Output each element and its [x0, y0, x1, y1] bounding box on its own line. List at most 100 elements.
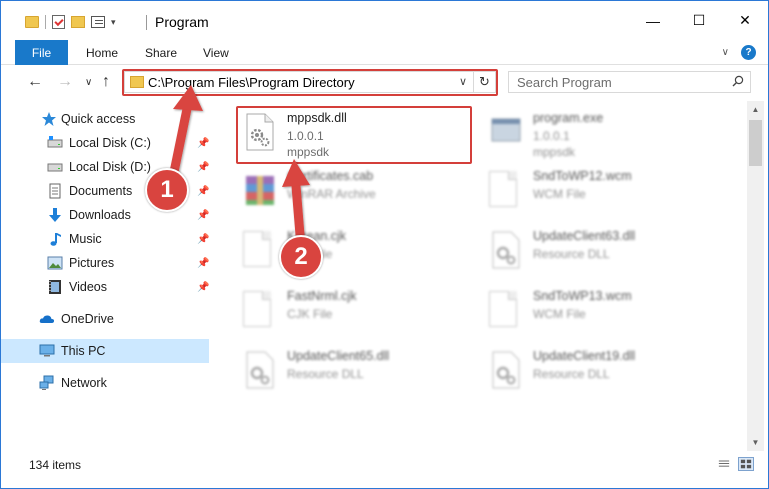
sidebar-item-pictures[interactable]: Pictures 📌 — [1, 251, 209, 275]
chevron-down-icon[interactable]: ▾ — [111, 17, 116, 28]
file-name: FastNrml.cjk — [287, 289, 357, 303]
back-button[interactable]: ← — [27, 73, 43, 91]
file-item-sndtowp13-wcm[interactable]: SndToWP13.wcm WCM File — [483, 285, 723, 341]
window-title: Program — [155, 14, 209, 30]
step-1-badge: 1 — [145, 168, 189, 212]
file-name: UpdateClient65.dll — [287, 349, 390, 363]
navigation-bar: ← → ∨ ↑ C:\Program Files\Program Directo… — [1, 65, 768, 99]
file-description: mppsdk — [533, 145, 576, 159]
vertical-scrollbar[interactable]: ▲ ▼ — [747, 101, 764, 451]
file-item-updateclient63-dll[interactable]: UpdateClient63.dll Resource DLL — [483, 225, 723, 281]
minimize-button[interactable]: — — [630, 1, 676, 40]
sidebar-item-label: Local Disk (D:) — [69, 160, 151, 174]
address-highlight-box — [122, 69, 498, 96]
documents-icon — [49, 183, 61, 199]
file-name: UpdateClient19.dll — [533, 349, 636, 363]
forward-button[interactable]: → — [57, 73, 73, 91]
dll-gear-icon — [492, 351, 520, 389]
download-icon — [49, 208, 61, 222]
pin-icon[interactable]: 📌 — [197, 210, 209, 221]
item-count: 134 items — [29, 458, 82, 472]
pin-icon[interactable]: 📌 — [197, 258, 209, 269]
blank-file-icon — [489, 291, 517, 327]
recent-locations-icon[interactable]: ∨ — [85, 77, 92, 88]
search-icon[interactable] — [732, 75, 744, 87]
pin-icon[interactable]: 📌 — [197, 138, 209, 149]
tab-home[interactable]: Home — [86, 46, 118, 60]
sidebar-item-network[interactable]: Network — [1, 371, 209, 395]
up-button[interactable]: ↑ — [102, 73, 110, 91]
scroll-down-icon[interactable]: ▼ — [747, 434, 764, 451]
sidebar-item-onedrive[interactable]: OneDrive — [1, 307, 209, 331]
file-item-fastnrml-cjk[interactable]: FastNrml.cjk CJK File — [237, 285, 477, 341]
sidebar-item-label: Music — [69, 232, 102, 246]
sidebar-item-videos[interactable]: Videos 📌 — [1, 275, 209, 299]
sidebar-item-label: OneDrive — [61, 312, 114, 326]
sidebar-item-music[interactable]: Music 📌 — [1, 227, 209, 251]
winrar-icon — [246, 176, 274, 205]
sidebar-item-label: Pictures — [69, 256, 115, 270]
file-tab[interactable]: File — [15, 40, 68, 65]
sidebar-item-this-pc[interactable]: This PC — [1, 339, 209, 363]
pin-icon[interactable]: 📌 — [197, 186, 209, 197]
computer-icon — [39, 344, 55, 357]
tab-share[interactable]: Share — [145, 46, 177, 60]
blank-file-icon — [243, 231, 271, 267]
sidebar-item-quick-access[interactable]: Quick access — [1, 107, 209, 131]
help-icon[interactable]: ? — [741, 45, 756, 60]
dll-gear-icon — [246, 351, 274, 389]
file-item-updateclient19-dll[interactable]: UpdateClient19.dll Resource DLL — [483, 345, 723, 401]
scroll-thumb[interactable] — [749, 120, 762, 166]
exe-icon — [491, 118, 521, 142]
blank-file-icon — [489, 171, 517, 207]
properties-icon[interactable] — [52, 15, 65, 29]
title-bar: ▾ Program — ☐ ✕ — [1, 1, 768, 40]
pictures-icon — [47, 256, 63, 270]
file-name: SndToWP12.wcm — [533, 169, 632, 183]
tab-view[interactable]: View — [203, 46, 229, 60]
file-item-certificates-cab[interactable]: Certificates.cab WinRAR Archive — [237, 165, 477, 221]
expand-ribbon-icon[interactable]: ∨ — [722, 47, 729, 58]
file-item-updateclient65-dll[interactable]: UpdateClient65.dll Resource DLL — [237, 345, 477, 401]
search-input[interactable] — [509, 72, 724, 92]
dll-gear-icon — [492, 231, 520, 269]
videos-icon — [49, 280, 61, 294]
sidebar-item-label: Videos — [69, 280, 107, 294]
drive-icon — [47, 136, 63, 148]
details-view-icon[interactable] — [716, 457, 732, 471]
maximize-button[interactable]: ☐ — [676, 1, 722, 40]
new-folder-icon[interactable] — [71, 16, 85, 28]
cloud-icon — [39, 315, 55, 323]
pin-icon[interactable]: 📌 — [197, 282, 209, 293]
file-type: WCM File — [533, 307, 586, 321]
title-divider — [146, 15, 147, 30]
star-icon — [42, 112, 56, 126]
file-type: Resource DLL — [533, 367, 610, 381]
explorer-window: ▾ Program — ☐ ✕ File Home Share View ∨ ?… — [0, 0, 769, 489]
file-name: Certificates.cab — [287, 169, 374, 183]
search-box[interactable] — [508, 71, 751, 93]
folder-icon — [25, 16, 39, 28]
network-icon — [39, 375, 54, 390]
file-name: UpdateClient63.dll — [533, 229, 636, 243]
pin-icon[interactable]: 📌 — [197, 162, 209, 173]
sidebar-item-label: Downloads — [69, 208, 131, 222]
sidebar-item-local-disk-c[interactable]: Local Disk (C:) 📌 — [1, 131, 209, 155]
close-button[interactable]: ✕ — [722, 1, 768, 40]
file-item-program-exe[interactable]: program.exe 1.0.0.1 mppsdk — [483, 107, 723, 163]
window-controls: — ☐ ✕ — [630, 1, 768, 40]
file-name: program.exe — [533, 111, 604, 125]
status-bar: 134 items — [1, 453, 768, 477]
file-item-sndtowp12-wcm[interactable]: SndToWP12.wcm WCM File — [483, 165, 723, 221]
file-item-korean-cjk[interactable]: Korean.cjk CJK File — [237, 225, 477, 281]
view-options-icon[interactable] — [91, 16, 105, 28]
music-icon — [50, 233, 61, 246]
blank-file-icon — [243, 291, 271, 327]
drive-icon — [47, 163, 63, 172]
file-type: WinRAR Archive — [287, 187, 376, 201]
pin-icon[interactable]: 📌 — [197, 234, 209, 245]
scroll-up-icon[interactable]: ▲ — [747, 101, 764, 118]
file-highlight-box — [236, 106, 472, 164]
tiles-view-icon[interactable] — [738, 457, 754, 471]
step-2-badge: 2 — [279, 235, 323, 279]
